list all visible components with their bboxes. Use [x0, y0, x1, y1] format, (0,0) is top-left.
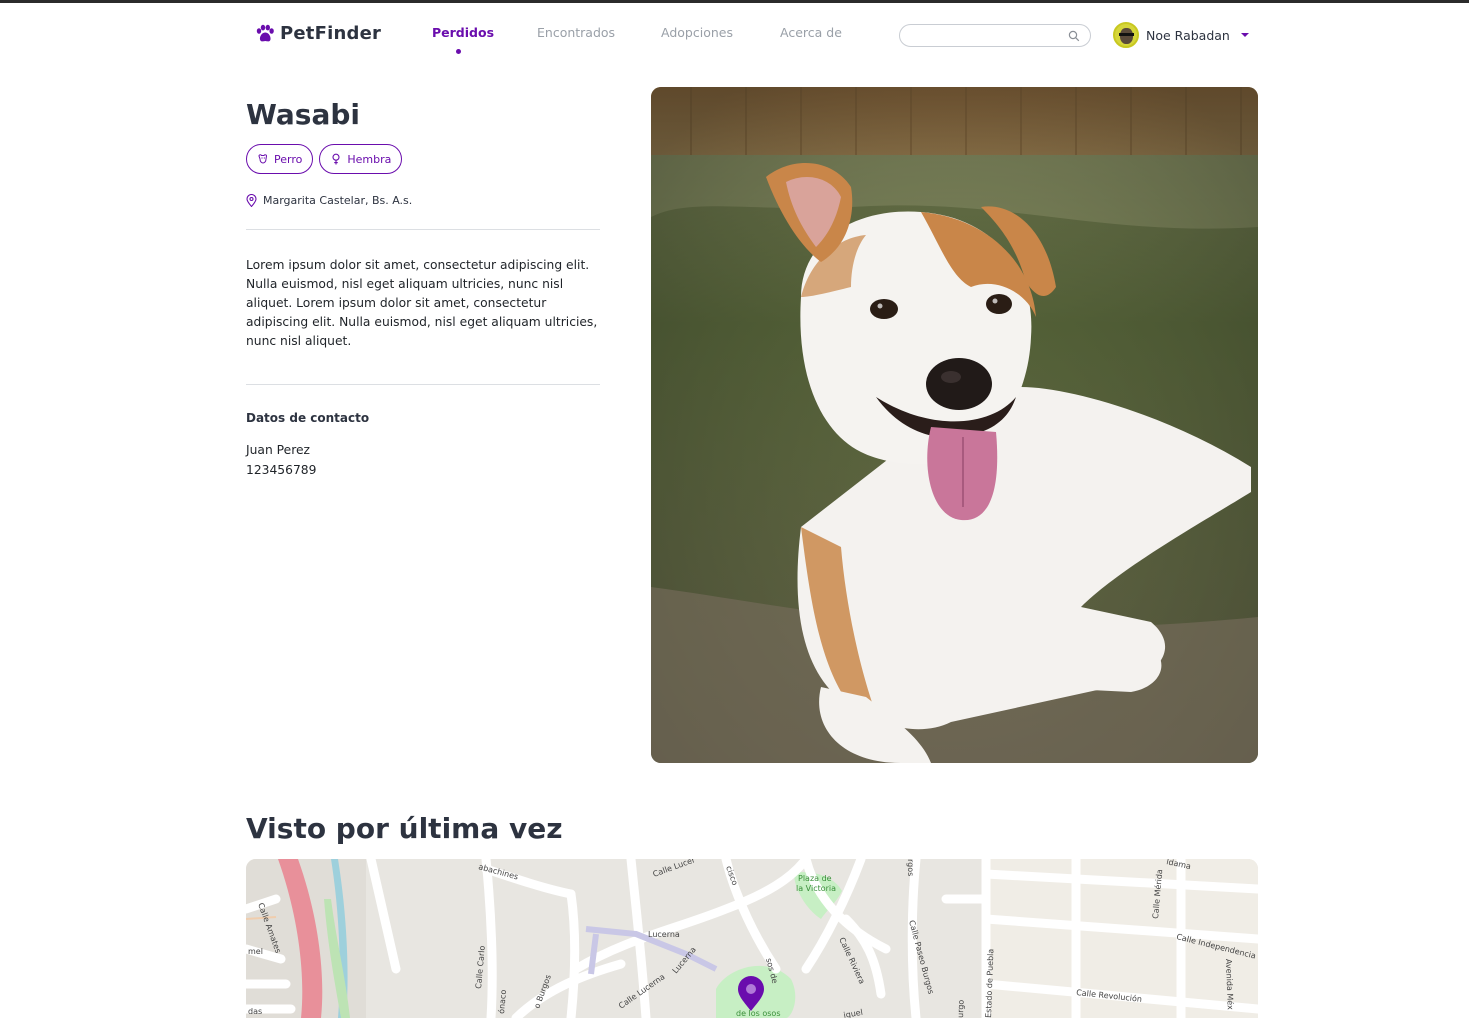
- user-name: Noe Rabadan: [1146, 27, 1230, 43]
- chevron-down-icon[interactable]: [1240, 33, 1249, 37]
- map-label: das: [248, 1007, 262, 1016]
- search-icon[interactable]: [1068, 30, 1080, 42]
- nav-item-acerca-de[interactable]: Acerca de: [780, 25, 842, 40]
- pet-name: Wasabi: [246, 98, 360, 131]
- map-label: rgos: [906, 859, 915, 876]
- nav-item-adopciones[interactable]: Adopciones: [661, 25, 733, 40]
- search-box: [899, 24, 1091, 47]
- contact-title: Datos de contacto: [246, 411, 370, 425]
- active-nav-indicator: [456, 49, 461, 54]
- nav-item-perdidos[interactable]: Perdidos: [432, 25, 494, 40]
- avatar: [1113, 22, 1139, 48]
- paw-icon: [256, 24, 274, 41]
- tag-sex[interactable]: Hembra: [319, 144, 403, 174]
- contact-name: Juan Perez: [246, 443, 311, 457]
- tag-species[interactable]: Perro: [246, 144, 314, 174]
- brand-name: PetFinder: [280, 23, 382, 44]
- contact-phone: 123456789: [246, 463, 317, 477]
- divider: [246, 229, 600, 230]
- pet-photo: [651, 87, 1258, 763]
- map-label: Avenida Méx: [1224, 959, 1236, 1010]
- location-pin-icon: [246, 194, 257, 207]
- pet-tags: Perro Hembra: [246, 144, 403, 174]
- pet-location: Margarita Castelar, Bs. A.s.: [246, 194, 412, 207]
- dog-icon: [258, 154, 268, 164]
- location-text: Margarita Castelar, Bs. A.s.: [263, 194, 413, 207]
- divider: [246, 384, 600, 385]
- pet-description: Lorem ipsum dolor sit amet, consectetur …: [246, 258, 598, 348]
- search-input[interactable]: [910, 27, 1060, 44]
- map-label: de los osos: [736, 1009, 781, 1018]
- nav-item-encontrados[interactable]: Encontrados: [537, 25, 615, 40]
- map-label: mel: [248, 947, 263, 956]
- map-label: Plaza de: [798, 874, 832, 883]
- last-seen-map[interactable]: Calle Amates mel das abachines Calle Luc…: [246, 859, 1258, 1018]
- user-menu[interactable]: Noe Rabadan: [1113, 22, 1249, 48]
- map-label: urgo: [956, 999, 966, 1018]
- map-label: ónaco: [496, 989, 508, 1014]
- tag-sex-label: Hembra: [347, 152, 392, 166]
- logo[interactable]: PetFinder: [255, 23, 381, 44]
- map-label: la Victoria: [796, 884, 836, 893]
- map-section-title: Visto por última vez: [246, 812, 563, 845]
- map-label: Lucerna: [648, 930, 680, 939]
- female-icon: [332, 153, 340, 165]
- tag-species-label: Perro: [274, 152, 303, 166]
- site-header: PetFinder Perdidos Encontrados Adopcione…: [0, 3, 1469, 63]
